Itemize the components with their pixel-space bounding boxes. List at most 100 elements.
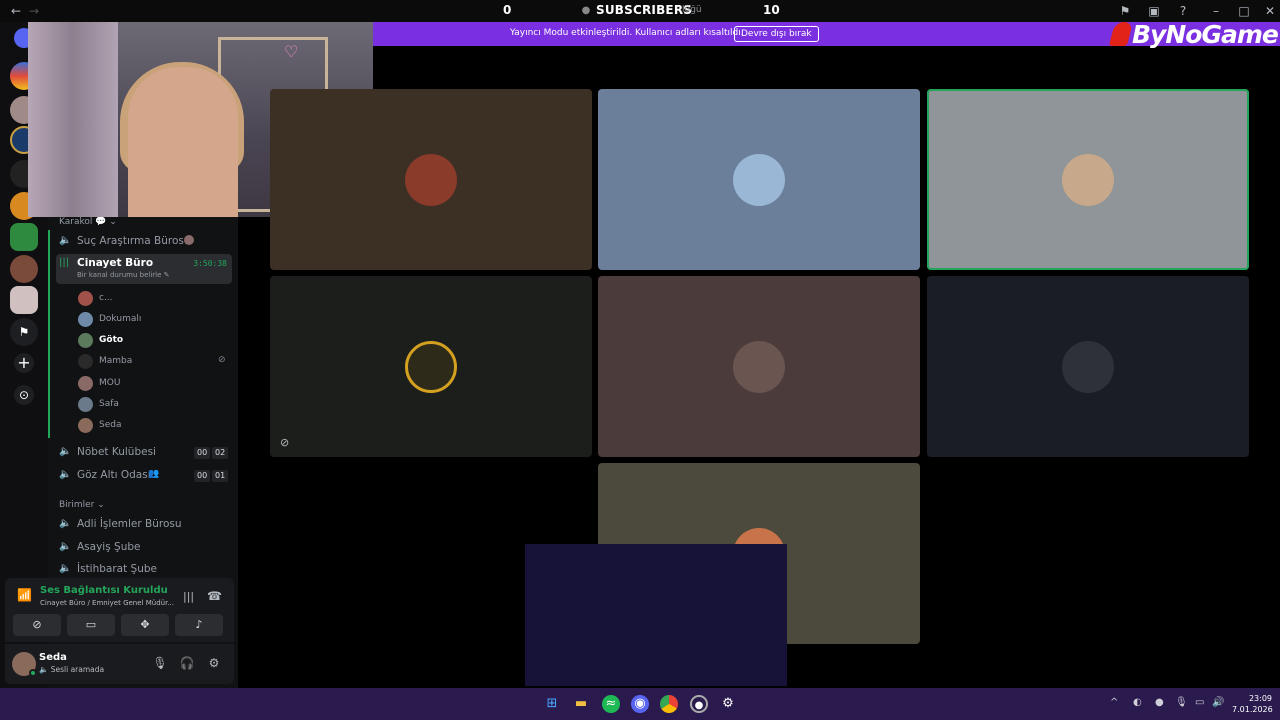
channel-user-count: 00 xyxy=(194,470,211,482)
minimize-icon[interactable]: – xyxy=(1208,3,1224,19)
video-tile[interactable] xyxy=(270,89,592,270)
member-name: Mamba xyxy=(99,356,133,366)
voice-member[interactable]: Göto xyxy=(78,332,228,350)
signal-icon[interactable]: 📶 xyxy=(17,588,32,602)
subscriber-left-count: 0 xyxy=(503,3,512,17)
video-tile[interactable] xyxy=(927,276,1249,457)
flag-icon[interactable]: ⚑ xyxy=(1117,3,1133,19)
avatar xyxy=(733,340,785,393)
network-icon[interactable]: ▭ xyxy=(1195,697,1204,708)
speaker-icon: 🔈 xyxy=(59,446,72,457)
channel-status[interactable]: Bir kanal durumu belirle ✎ xyxy=(77,271,170,279)
discord-icon[interactable]: ◉ xyxy=(631,695,649,713)
voice-channel-path[interactable]: Cinayet Büro / Emniyet Genel Müdür... xyxy=(40,599,174,607)
server-icon[interactable] xyxy=(10,286,38,314)
avatar xyxy=(78,397,93,412)
windows-start-icon[interactable]: ⊞ xyxy=(543,695,561,713)
disable-streamer-mode-button[interactable]: Devre dışı bırak xyxy=(734,26,819,42)
webcam-neon-light: ♡ xyxy=(284,42,299,61)
speaker-icon: 🔈 xyxy=(59,541,72,552)
steam-settings-icon[interactable]: ⚙ xyxy=(719,695,737,713)
spotify-icon[interactable]: ≈ xyxy=(602,695,620,713)
speaker-icon: 🔈 xyxy=(59,518,72,529)
user-status: 🔈 Sesli aramada xyxy=(39,665,105,674)
obs-icon[interactable]: ● xyxy=(690,695,708,713)
overlay-window[interactable] xyxy=(525,544,787,686)
voice-member[interactable]: Dokumalı xyxy=(78,311,228,329)
forward-arrow-icon[interactable]: → xyxy=(26,3,42,19)
online-status-indicator xyxy=(29,669,37,677)
noise-suppression-icon[interactable]: ||| xyxy=(183,590,194,603)
brand-mark-icon xyxy=(1108,22,1134,46)
disconnect-icon[interactable]: ☎ xyxy=(207,589,222,603)
channel-adli-islemler[interactable]: 🔈 Adli İşlemler Bürosu xyxy=(56,515,232,535)
headphones-icon[interactable]: 🎧 xyxy=(179,656,195,670)
tray-app-icon[interactable]: ● xyxy=(1155,697,1164,708)
voice-member[interactable]: MOU xyxy=(78,375,228,393)
channel-user-avatar xyxy=(184,235,194,245)
voice-activity-icon: ||| xyxy=(59,257,70,268)
channel-goz-alti-odasi[interactable]: 🔈 Göz Altı Odası 👥 00 01 xyxy=(56,466,232,486)
channel-istihbarat-sube[interactable]: 🔈 İstihbarat Şube xyxy=(56,560,232,580)
subscriber-label-tail: lüğü xyxy=(682,5,702,15)
subscriber-right-count: 10 xyxy=(763,3,780,17)
channel-asayis-sube[interactable]: 🔈 Asayiş Şube xyxy=(56,538,232,558)
subscriber-pin-icon: ● xyxy=(581,5,591,16)
inbox-icon[interactable]: ▣ xyxy=(1146,3,1162,19)
close-icon[interactable]: ✕ xyxy=(1262,3,1278,19)
file-explorer-icon[interactable]: ▬ xyxy=(572,695,590,713)
member-name: Seda xyxy=(99,420,122,430)
chrome-icon[interactable] xyxy=(660,695,678,713)
server-icon[interactable] xyxy=(10,223,38,251)
channel-timer: 3:50:38 xyxy=(193,259,227,268)
volume-icon[interactable]: 🔊 xyxy=(1212,697,1224,708)
voice-members-line xyxy=(48,230,50,438)
voice-member[interactable]: c... xyxy=(78,290,228,308)
voice-member[interactable]: Seda xyxy=(78,417,228,435)
channel-suc-arastirma[interactable]: 🔈 Suç Araştırma Bürosu xyxy=(56,232,232,252)
server-icon[interactable] xyxy=(10,255,38,283)
speaker-icon: 🔈 xyxy=(59,469,72,480)
avatar xyxy=(1062,340,1114,393)
settings-gear-icon[interactable]: ⚙ xyxy=(206,656,222,670)
category-karakol[interactable]: Karakol 💬 ⌄ xyxy=(59,217,117,227)
user-panel: Seda 🔈 Sesli aramada 🎙 🎧 ⚙ xyxy=(5,644,234,684)
tray-microphone-icon[interactable]: 🎙 xyxy=(1175,697,1188,708)
tray-expand-icon[interactable]: ^ xyxy=(1110,697,1118,708)
voice-member[interactable]: Mamba ⊘ xyxy=(78,353,228,371)
clock-time: 23:09 xyxy=(1248,694,1272,703)
soundboard-button[interactable]: ♪ xyxy=(175,614,223,636)
back-arrow-icon[interactable]: ← xyxy=(8,3,24,19)
video-tile[interactable] xyxy=(927,89,1249,270)
help-icon[interactable]: ? xyxy=(1175,3,1191,19)
avatar xyxy=(78,291,93,306)
channel-nobet-kulubesi[interactable]: 🔈 Nöbet Kulübesi 00 02 xyxy=(56,443,232,463)
channel-cinayet-buro[interactable]: ||| Cinayet Büro 3:50:38 Bir kanal durum… xyxy=(56,254,232,284)
voice-status-title[interactable]: Ses Bağlantısı Kuruldu xyxy=(40,585,168,596)
member-name: Dokumalı xyxy=(99,314,142,324)
wolf-server-icon[interactable]: ⚑ xyxy=(10,318,38,346)
windows-taskbar: ⊞ ▬ ≈ ◉ ● ⚙ ^ ◐ ● 🎙 ▭ 🔊 23:09 7.01.2026 xyxy=(0,688,1280,720)
explore-servers-icon[interactable]: ⊙ xyxy=(14,385,34,405)
system-clock[interactable]: 23:09 7.01.2026 xyxy=(1232,693,1273,715)
speaker-icon: 🔈 xyxy=(59,563,72,574)
camera-off-icon: ⊘ xyxy=(218,355,226,365)
user-name[interactable]: Seda xyxy=(39,652,67,663)
avatar xyxy=(78,354,93,369)
microphone-icon[interactable]: 🎙 xyxy=(152,656,168,670)
steam-tray-icon[interactable]: ◐ xyxy=(1133,697,1142,708)
webcam-curtain xyxy=(28,22,118,217)
video-tile[interactable] xyxy=(270,276,592,457)
share-screen-button[interactable]: ▭ xyxy=(67,614,115,636)
people-icon: 👥 xyxy=(148,469,160,479)
voice-member[interactable]: Safa xyxy=(78,396,228,414)
maximize-icon[interactable]: □ xyxy=(1236,3,1252,19)
activities-button[interactable]: ✥ xyxy=(121,614,169,636)
video-tile[interactable] xyxy=(598,276,920,457)
video-tile[interactable] xyxy=(598,89,920,270)
category-birimler[interactable]: Birimler ⌄ xyxy=(59,500,105,510)
speaker-icon: 🔈 xyxy=(59,235,72,246)
add-server-icon[interactable]: + xyxy=(14,353,34,373)
camera-off-button[interactable]: ⊘ xyxy=(13,614,61,636)
avatar xyxy=(78,333,93,348)
